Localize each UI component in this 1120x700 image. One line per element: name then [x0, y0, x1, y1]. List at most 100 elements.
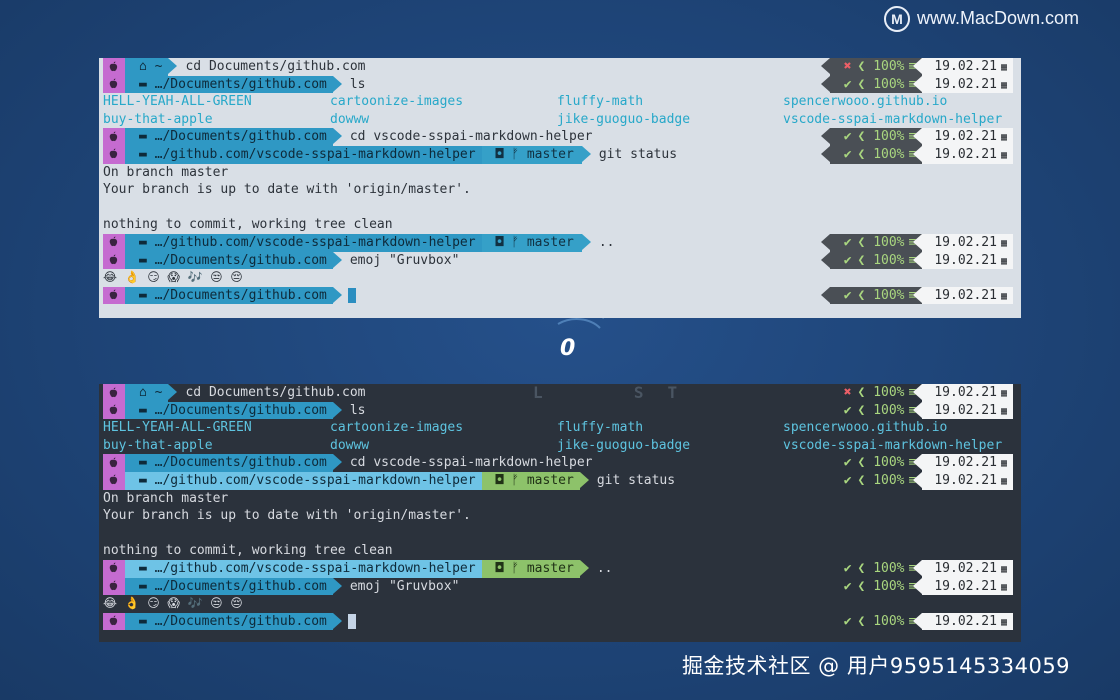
list-item[interactable]: spencerwooo.github.io — [783, 419, 947, 437]
home-icon: ⌂ — [139, 59, 155, 74]
directory-segment: ⌂ ~ — [125, 384, 169, 402]
terminal-light[interactable]: ⌂ ~ cd Documents/github.com ✖ ❮ 100% ≡ 19.… — [99, 58, 1021, 318]
calendar-icon: ▦ — [1000, 79, 1007, 91]
list-item[interactable]: vscode-sspai-markdown-helper — [783, 437, 1002, 455]
prompt-line: ⌂ ~ cd Documents/github.com ✖ ❮ 100% ≡ 19.… — [103, 58, 1017, 76]
list-item[interactable]: buy-that-apple — [103, 437, 213, 455]
right-prompt: ✔ ❮ 100% ≡ 19.02.21 ▦ — [820, 75, 1013, 94]
check-icon: ✔ — [843, 613, 852, 629]
calendar-icon: ▦ — [1000, 475, 1007, 487]
right-prompt: ✔ ❮ 100% ≡ 19.02.21 ▦ — [830, 454, 1013, 472]
list-item[interactable]: HELL-YEAH-ALL-GREEN — [103, 419, 252, 437]
list-item[interactable]: jike-guoguo-badge — [557, 111, 690, 129]
right-prompt: ✔ ❮ 100% ≡ 19.02.21 ▦ — [830, 401, 1013, 420]
directory-segment: ▬ …/github.com/vscode-sspai-markdown-hel… — [125, 145, 482, 164]
calendar-icon: ▦ — [1000, 388, 1007, 399]
git-icon: ◘ ᚠ — [495, 472, 527, 488]
right-prompt: ✔ ❮ 100% ≡ 19.02.21 ▦ — [820, 128, 1013, 146]
check-icon: ✔ — [843, 252, 852, 268]
list-item[interactable]: fluffy-math — [557, 93, 643, 111]
folder-icon: ▬ — [139, 234, 155, 250]
directory-segment: ▬ …/Documents/github.com — [125, 251, 333, 270]
terminal-dark[interactable]: L ST ⌂ ~ cd Documents/github.com ✖ ❮ 100%… — [99, 384, 1021, 642]
overlay-character: 0 — [560, 336, 576, 361]
output-line: On branch master — [103, 164, 229, 180]
apple-icon — [103, 454, 125, 472]
command-text: git status — [598, 146, 678, 162]
command-text: ls — [349, 76, 366, 92]
folder-icon: ▬ — [139, 252, 155, 268]
prompt-line[interactable]: ▬ …/Documents/github.com ✔ ❮ 100% ≡ 19.02.… — [103, 612, 1017, 631]
check-icon: ✔ — [843, 560, 852, 576]
directory-segment: ▬ …/Documents/github.com — [125, 401, 333, 420]
right-prompt: ✔ ❮ 100% ≡ 19.02.21 ▦ — [820, 286, 1013, 305]
list-item[interactable]: vscode-sspai-markdown-helper — [783, 111, 1002, 129]
command-text: cd vscode-sspai-markdown-helper — [349, 129, 593, 145]
apple-icon — [103, 251, 125, 270]
output-line: nothing to commit, working tree clean — [103, 217, 393, 233]
right-prompt: ✔ ❮ 100% ≡ 19.02.21 ▦ — [820, 251, 1013, 270]
calendar-icon: ▦ — [1000, 581, 1007, 593]
right-prompt: ✔ ❮ 100% ≡ 19.02.21 ▦ — [830, 612, 1013, 631]
folder-icon: ▬ — [139, 472, 155, 488]
prompt-line: ▬ …/github.com/vscode-sspai-markdown-hel… — [103, 145, 1017, 164]
output-line: nothing to commit, working tree clean — [103, 543, 393, 559]
directory-segment: ▬ …/github.com/vscode-sspai-markdown-hel… — [125, 559, 482, 578]
prompt-line: ▬ …/Documents/github.com emoj "Gruvbox" … — [103, 577, 1017, 596]
folder-icon: ▬ — [139, 455, 155, 471]
folder-icon: ▬ — [139, 76, 155, 92]
ls-output-row: HELL-YEAH-ALL-GREEN cartoonize-images fl… — [103, 419, 1017, 437]
prompt-line: ▬ …/Documents/github.com ls ✔ ❮ 100% ≡ 19.… — [103, 75, 1017, 94]
command-text: cd vscode-sspai-markdown-helper — [349, 455, 593, 471]
text-cursor[interactable] — [347, 613, 356, 629]
ls-output-row: HELL-YEAH-ALL-GREEN cartoonize-images fl… — [103, 93, 1017, 111]
check-icon: ✔ — [843, 129, 852, 145]
overlay-text: L ST — [533, 383, 702, 402]
list-item[interactable]: HELL-YEAH-ALL-GREEN — [103, 93, 252, 111]
list-item[interactable]: fluffy-math — [557, 419, 643, 437]
directory-segment: ⌂ ~ — [125, 58, 169, 76]
text-cursor[interactable] — [347, 287, 356, 303]
apple-icon — [103, 612, 125, 631]
prompt-line: ▬ …/Documents/github.com cd vscode-sspai… — [103, 128, 1017, 146]
check-icon: ✔ — [843, 287, 852, 303]
folder-icon: ▬ — [139, 146, 155, 162]
emoji-output: 😂 👌 😏 😱 🎶 😒 😔 — [103, 270, 243, 285]
command-text: git status — [596, 472, 676, 488]
prompt-date: 19.02.21 — [934, 59, 997, 74]
calendar-icon: ▦ — [1000, 132, 1007, 144]
calendar-icon: ▦ — [1000, 255, 1007, 267]
check-icon: ✔ — [843, 76, 852, 92]
list-item[interactable]: jike-guoguo-badge — [557, 437, 690, 455]
git-icon: ◘ ᚠ — [495, 560, 527, 576]
command-text: .. — [596, 560, 613, 576]
command-text: .. — [598, 234, 615, 250]
list-item[interactable]: dowww — [330, 437, 369, 455]
right-prompt: ✔ ❮ 100% ≡ 19.02.21 ▦ — [830, 471, 1013, 490]
list-item[interactable]: spencerwooo.github.io — [783, 93, 947, 111]
calendar-icon: ▦ — [1000, 62, 1007, 73]
list-item[interactable]: cartoonize-images — [330, 93, 463, 111]
emoji-output: 😂 👌 😏 😱 🎶 😒 😔 — [103, 596, 243, 611]
check-icon: ✔ — [843, 472, 852, 488]
prompt-line[interactable]: ▬ …/Documents/github.com ✔ ❮ 100% ≡ 19.02.… — [103, 286, 1017, 305]
prompt-line: ▬ …/github.com/vscode-sspai-markdown-hel… — [103, 559, 1017, 578]
list-item[interactable]: buy-that-apple — [103, 111, 213, 129]
command-text: emoj "Gruvbox" — [349, 578, 460, 594]
cross-icon: ✖ — [843, 385, 852, 400]
directory-segment: ▬ …/Documents/github.com — [125, 454, 333, 472]
git-segment: ◘ ᚠ master — [481, 145, 582, 164]
calendar-icon: ▦ — [1000, 237, 1007, 249]
directory-segment: ▬ …/github.com/vscode-sspai-markdown-hel… — [125, 233, 482, 252]
directory-segment: ▬ …/Documents/github.com — [125, 577, 333, 596]
list-item[interactable]: dowww — [330, 111, 369, 129]
folder-icon: ▬ — [139, 578, 155, 594]
right-prompt: ✔ ❮ 100% ≡ 19.02.21 ▦ — [820, 233, 1013, 252]
apple-icon — [103, 471, 125, 490]
prompt-line: ▬ …/Documents/github.com emoj "Gruvbox" … — [103, 251, 1017, 270]
calendar-icon: ▦ — [1000, 563, 1007, 575]
list-item[interactable]: cartoonize-images — [330, 419, 463, 437]
command-text: emoj "Gruvbox" — [349, 252, 460, 268]
footer-watermark: 掘金技术社区 @ 用户9595145334059 — [682, 654, 1071, 678]
folder-icon: ▬ — [139, 613, 155, 629]
